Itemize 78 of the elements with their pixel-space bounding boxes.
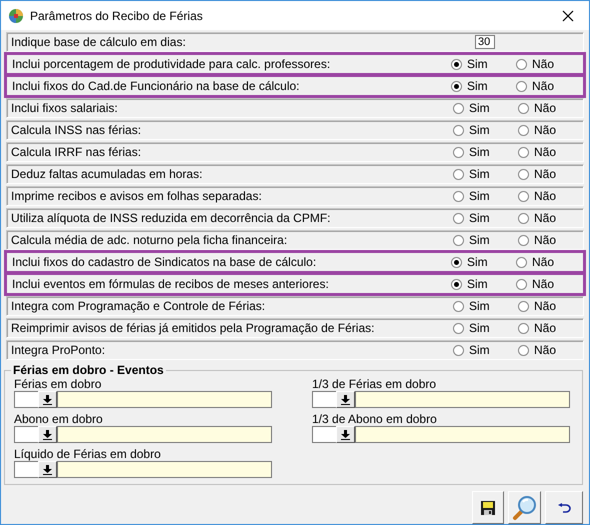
download-icon <box>341 430 350 440</box>
radio-option[interactable]: Não <box>518 101 583 115</box>
radio-option[interactable]: Sim <box>453 343 518 357</box>
radio-option[interactable]: Sim <box>453 321 518 335</box>
field-label: Abono em dobro <box>14 412 104 426</box>
code-field[interactable] <box>14 426 38 443</box>
parameter-label: Integra ProPonto: <box>11 343 106 357</box>
app-icon <box>8 8 24 24</box>
code-field[interactable] <box>312 426 336 443</box>
radio-option[interactable]: Não <box>516 79 581 93</box>
parameter-label: Deduz faltas acumuladas em horas: <box>11 167 204 181</box>
undo-icon <box>557 502 571 512</box>
download-icon <box>341 394 350 404</box>
lookup-button[interactable] <box>38 391 57 408</box>
lookup-button[interactable] <box>336 426 355 443</box>
download-icon <box>43 394 52 404</box>
download-icon <box>43 430 52 440</box>
field-label: Líquido de Férias em dobro <box>14 447 162 461</box>
description-field[interactable] <box>355 391 570 408</box>
radio-option[interactable]: Não <box>518 233 583 247</box>
radio-option[interactable]: Sim <box>451 255 516 269</box>
radio-option[interactable]: Não <box>516 277 581 291</box>
radio-option[interactable]: Não <box>518 123 583 137</box>
window-title: Parâmetros do Recibo de Férias <box>30 8 204 22</box>
description-field[interactable] <box>355 426 570 443</box>
lookup-button[interactable] <box>38 426 57 443</box>
radio-option[interactable]: Sim <box>453 123 518 137</box>
code-field[interactable] <box>14 461 38 478</box>
parameter-label: Indique base de cálculo em dias: <box>11 35 187 49</box>
description-field[interactable] <box>57 426 272 443</box>
radio-option[interactable]: Sim <box>453 189 518 203</box>
save-button[interactable] <box>472 491 504 524</box>
parameter-label: Inclui eventos em fórmulas de recibos de meses anteriores: <box>12 277 330 291</box>
field-label: 1/3 de Abono em dobro <box>312 412 438 426</box>
radio-option[interactable]: Sim <box>453 233 518 247</box>
code-field[interactable] <box>312 391 336 408</box>
radio-option[interactable]: Não <box>518 321 583 335</box>
radio-option[interactable]: Sim <box>453 101 518 115</box>
parameter-label: Calcula INSS nas férias: <box>11 123 142 137</box>
radio-option[interactable]: Não <box>518 145 583 159</box>
parameter-label: Integra com Programação e Controle de Férias: <box>11 299 266 313</box>
radio-option[interactable]: Não <box>516 255 581 269</box>
undo-button[interactable] <box>545 491 583 524</box>
lookup-button[interactable] <box>336 391 355 408</box>
parameter-label: Inclui porcentagem de produtividade para calc. professores: <box>12 57 332 71</box>
radio-option[interactable]: Sim <box>453 167 518 181</box>
field-label: Férias em dobro <box>14 377 102 391</box>
field-label: 1/3 de Férias em dobro <box>312 377 438 391</box>
radio-option[interactable]: Não <box>518 343 583 357</box>
days-field[interactable]: 30 <box>475 35 495 49</box>
radio-option[interactable]: Não <box>518 211 583 225</box>
group-title: Férias em dobro - Eventos <box>12 364 165 376</box>
parameter-label: Inclui fixos do cadastro de Sindicatos na base de cálculo: <box>12 255 318 269</box>
parameter-label: Calcula média de adc. noturno pela ficha financeira: <box>11 233 288 247</box>
description-field[interactable] <box>57 391 272 408</box>
save-icon <box>480 500 496 516</box>
lookup-button[interactable] <box>38 461 57 478</box>
radio-option[interactable]: Sim <box>451 277 516 291</box>
radio-option[interactable]: Sim <box>451 79 516 93</box>
radio-option[interactable]: Não <box>518 167 583 181</box>
radio-option[interactable]: Sim <box>451 57 516 71</box>
parameter-label: Inclui fixos do Cad.de Funcionário na base de cálculo: <box>12 79 301 93</box>
code-field[interactable] <box>14 391 38 408</box>
radio-option[interactable]: Não <box>518 299 583 313</box>
parameter-label: Inclui fixos salariais: <box>11 101 119 115</box>
radio-option[interactable]: Sim <box>453 145 518 159</box>
search-icon <box>512 494 538 520</box>
radio-option[interactable]: Sim <box>453 299 518 313</box>
search-button[interactable] <box>508 491 541 524</box>
radio-option[interactable]: Sim <box>453 211 518 225</box>
parameter-label: Calcula IRRF nas férias: <box>11 145 142 159</box>
parameter-label: Reimprimir avisos de férias já emitidos pela Programação de Férias: <box>11 321 376 335</box>
parameter-label: Utiliza alíquota de INSS reduzida em decorrência da CPMF: <box>11 211 332 225</box>
description-field[interactable] <box>57 461 272 478</box>
download-icon <box>43 464 52 474</box>
radio-option[interactable]: Não <box>518 189 583 203</box>
radio-option[interactable]: Não <box>516 57 581 71</box>
parameter-label: Imprime recibos e avisos em folhas separadas: <box>11 189 263 203</box>
